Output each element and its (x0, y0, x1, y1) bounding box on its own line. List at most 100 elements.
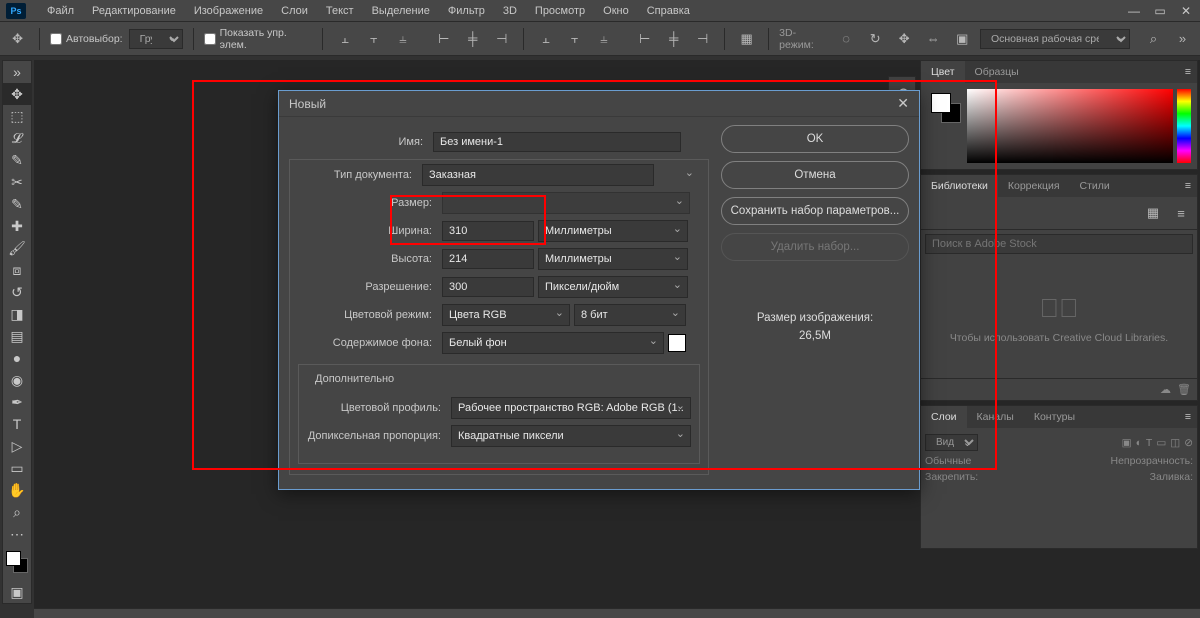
delete-preset-button[interactable]: Удалить набор... (721, 233, 909, 261)
tab-libraries[interactable]: Библиотеки (921, 175, 998, 197)
menu-window[interactable]: Окно (594, 5, 638, 17)
align-top-icon[interactable]: ⫠ (333, 27, 356, 51)
move-tool[interactable]: ✥ (3, 83, 31, 105)
blur-tool[interactable]: ● (3, 347, 31, 369)
tab-color[interactable]: Цвет (921, 61, 965, 83)
dialog-close-icon[interactable]: ✕ (897, 95, 909, 112)
maximize-icon[interactable]: ▭ (1152, 4, 1168, 18)
fg-swatch[interactable] (931, 93, 951, 113)
pixel-aspect-select[interactable]: Квадратные пиксели (451, 425, 691, 447)
stamp-tool[interactable]: ⧈ (3, 259, 31, 281)
list-view-icon[interactable]: ≡ (1169, 201, 1193, 225)
menu-view[interactable]: Просмотр (526, 5, 594, 17)
ok-button[interactable]: OK (721, 125, 909, 153)
filter-toggle-icon[interactable]: ⊘ (1184, 437, 1193, 449)
hue-strip[interactable] (1177, 89, 1191, 163)
saturation-field[interactable] (967, 89, 1173, 163)
heal-tool[interactable]: ✚ (3, 215, 31, 237)
tab-channels[interactable]: Каналы (967, 406, 1024, 428)
tab-layers[interactable]: Слои (921, 406, 967, 428)
auto-select-checkbox[interactable]: Автовыбор: (50, 33, 123, 45)
brush-tool[interactable]: 🖌 (3, 237, 31, 259)
tab-paths[interactable]: Контуры (1024, 406, 1085, 428)
menu-layer[interactable]: Слои (272, 5, 317, 17)
foreground-color-swatch[interactable] (6, 551, 21, 566)
3d-zoom-icon[interactable]: ▣ (951, 27, 974, 51)
layer-filter-select[interactable]: Вид (925, 434, 978, 451)
panel-menu-icon[interactable]: ≡ (1179, 66, 1197, 78)
color-mode-select[interactable]: Цвета RGB (442, 304, 570, 326)
distribute-hcenter-icon[interactable]: ╪ (662, 27, 685, 51)
stock-search-input[interactable] (925, 234, 1193, 254)
width-unit-select[interactable]: Миллиметры (538, 220, 688, 242)
trash-icon[interactable]: 🗑 (1177, 383, 1191, 396)
filter-adjust-icon[interactable]: ◐ (1136, 437, 1142, 449)
fgbg-mini[interactable] (927, 89, 963, 163)
grid-view-icon[interactable]: ▦ (1141, 201, 1165, 225)
show-transform-checkbox[interactable]: Показать упр. элем. (204, 27, 313, 51)
menu-select[interactable]: Выделение (363, 5, 439, 17)
menu-help[interactable]: Справка (638, 5, 699, 17)
save-preset-button[interactable]: Сохранить набор параметров... (721, 197, 909, 225)
tab-swatches[interactable]: Образцы (965, 61, 1029, 83)
profile-select[interactable]: Рабочее пространство RGB: Adobe RGB (1..… (451, 397, 691, 419)
width-input[interactable] (442, 221, 534, 241)
resolution-input[interactable] (442, 277, 534, 297)
screen-mode-icon[interactable]: ▣ (3, 581, 31, 603)
move-tool-icon[interactable]: ✥ (6, 27, 29, 51)
align-vcenter-icon[interactable]: ⫟ (362, 27, 385, 51)
crop-tool[interactable]: ✂ (3, 171, 31, 193)
edit-toolbar-icon[interactable]: ⋯ (3, 523, 31, 545)
align-right-icon[interactable]: ⊣ (490, 27, 513, 51)
filter-image-icon[interactable]: ▣ (1122, 437, 1132, 449)
search-icon[interactable]: ⌕ (1142, 27, 1165, 51)
pen-tool[interactable]: ✒ (3, 391, 31, 413)
height-input[interactable] (442, 249, 534, 269)
path-select-tool[interactable]: ▷ (3, 435, 31, 457)
chevron-icon[interactable]: » (3, 61, 31, 83)
zoom-tool[interactable]: ⌕ (3, 501, 31, 523)
panel-menu-icon[interactable]: ≡ (1179, 180, 1197, 192)
panel-menu-icon[interactable]: » (1171, 27, 1194, 51)
panel-menu-icon[interactable]: ≡ (1179, 411, 1197, 423)
filter-smart-icon[interactable]: ◫ (1170, 437, 1180, 449)
menu-file[interactable]: Файл (38, 5, 83, 17)
size-select[interactable] (442, 192, 690, 214)
3d-roll-icon[interactable]: ↻ (864, 27, 887, 51)
align-bottom-icon[interactable]: ⫨ (391, 27, 414, 51)
tab-adjustments[interactable]: Коррекция (998, 175, 1070, 197)
marquee-tool[interactable]: ⬚ (3, 105, 31, 127)
close-icon[interactable]: ✕ (1178, 4, 1194, 18)
foreground-background-swatches[interactable] (3, 549, 31, 581)
tab-styles[interactable]: Стили (1070, 175, 1120, 197)
resolution-unit-select[interactable]: Пиксели/дюйм (538, 276, 688, 298)
3d-pan-icon[interactable]: ✥ (893, 27, 916, 51)
eraser-tool[interactable]: ◨ (3, 303, 31, 325)
filter-shape-icon[interactable]: ▭ (1156, 437, 1166, 449)
3d-slide-icon[interactable]: ⇔ (922, 27, 945, 51)
menu-image[interactable]: Изображение (185, 5, 272, 17)
bit-depth-select[interactable]: 8 бит (574, 304, 686, 326)
menu-type[interactable]: Текст (317, 5, 363, 17)
auto-align-icon[interactable]: ▦ (735, 27, 758, 51)
type-tool[interactable]: T (3, 413, 31, 435)
shape-tool[interactable]: ▭ (3, 457, 31, 479)
dodge-tool[interactable]: ◉ (3, 369, 31, 391)
menu-filter[interactable]: Фильтр (439, 5, 494, 17)
distribute-bottom-icon[interactable]: ⫨ (592, 27, 615, 51)
auto-select-target[interactable]: Группа (129, 29, 183, 49)
minimize-icon[interactable]: — (1126, 4, 1142, 18)
history-brush-tool[interactable]: ↺ (3, 281, 31, 303)
menu-3d[interactable]: 3D (494, 5, 526, 17)
align-hcenter-icon[interactable]: ╪ (461, 27, 484, 51)
align-left-icon[interactable]: ⊢ (432, 27, 455, 51)
lasso-tool[interactable]: 𝓛 (3, 127, 31, 149)
cloud-icon[interactable]: ☁ (1160, 383, 1171, 396)
distribute-left-icon[interactable]: ⊢ (633, 27, 656, 51)
doctype-select[interactable]: Заказная (422, 164, 654, 186)
workspace-switcher[interactable]: Основная рабочая среда (980, 29, 1130, 49)
name-input[interactable] (433, 132, 681, 152)
bg-color-swatch[interactable] (668, 334, 686, 352)
eyedropper-tool[interactable]: ✎ (3, 193, 31, 215)
3d-orbit-icon[interactable]: ◌ (835, 27, 858, 51)
